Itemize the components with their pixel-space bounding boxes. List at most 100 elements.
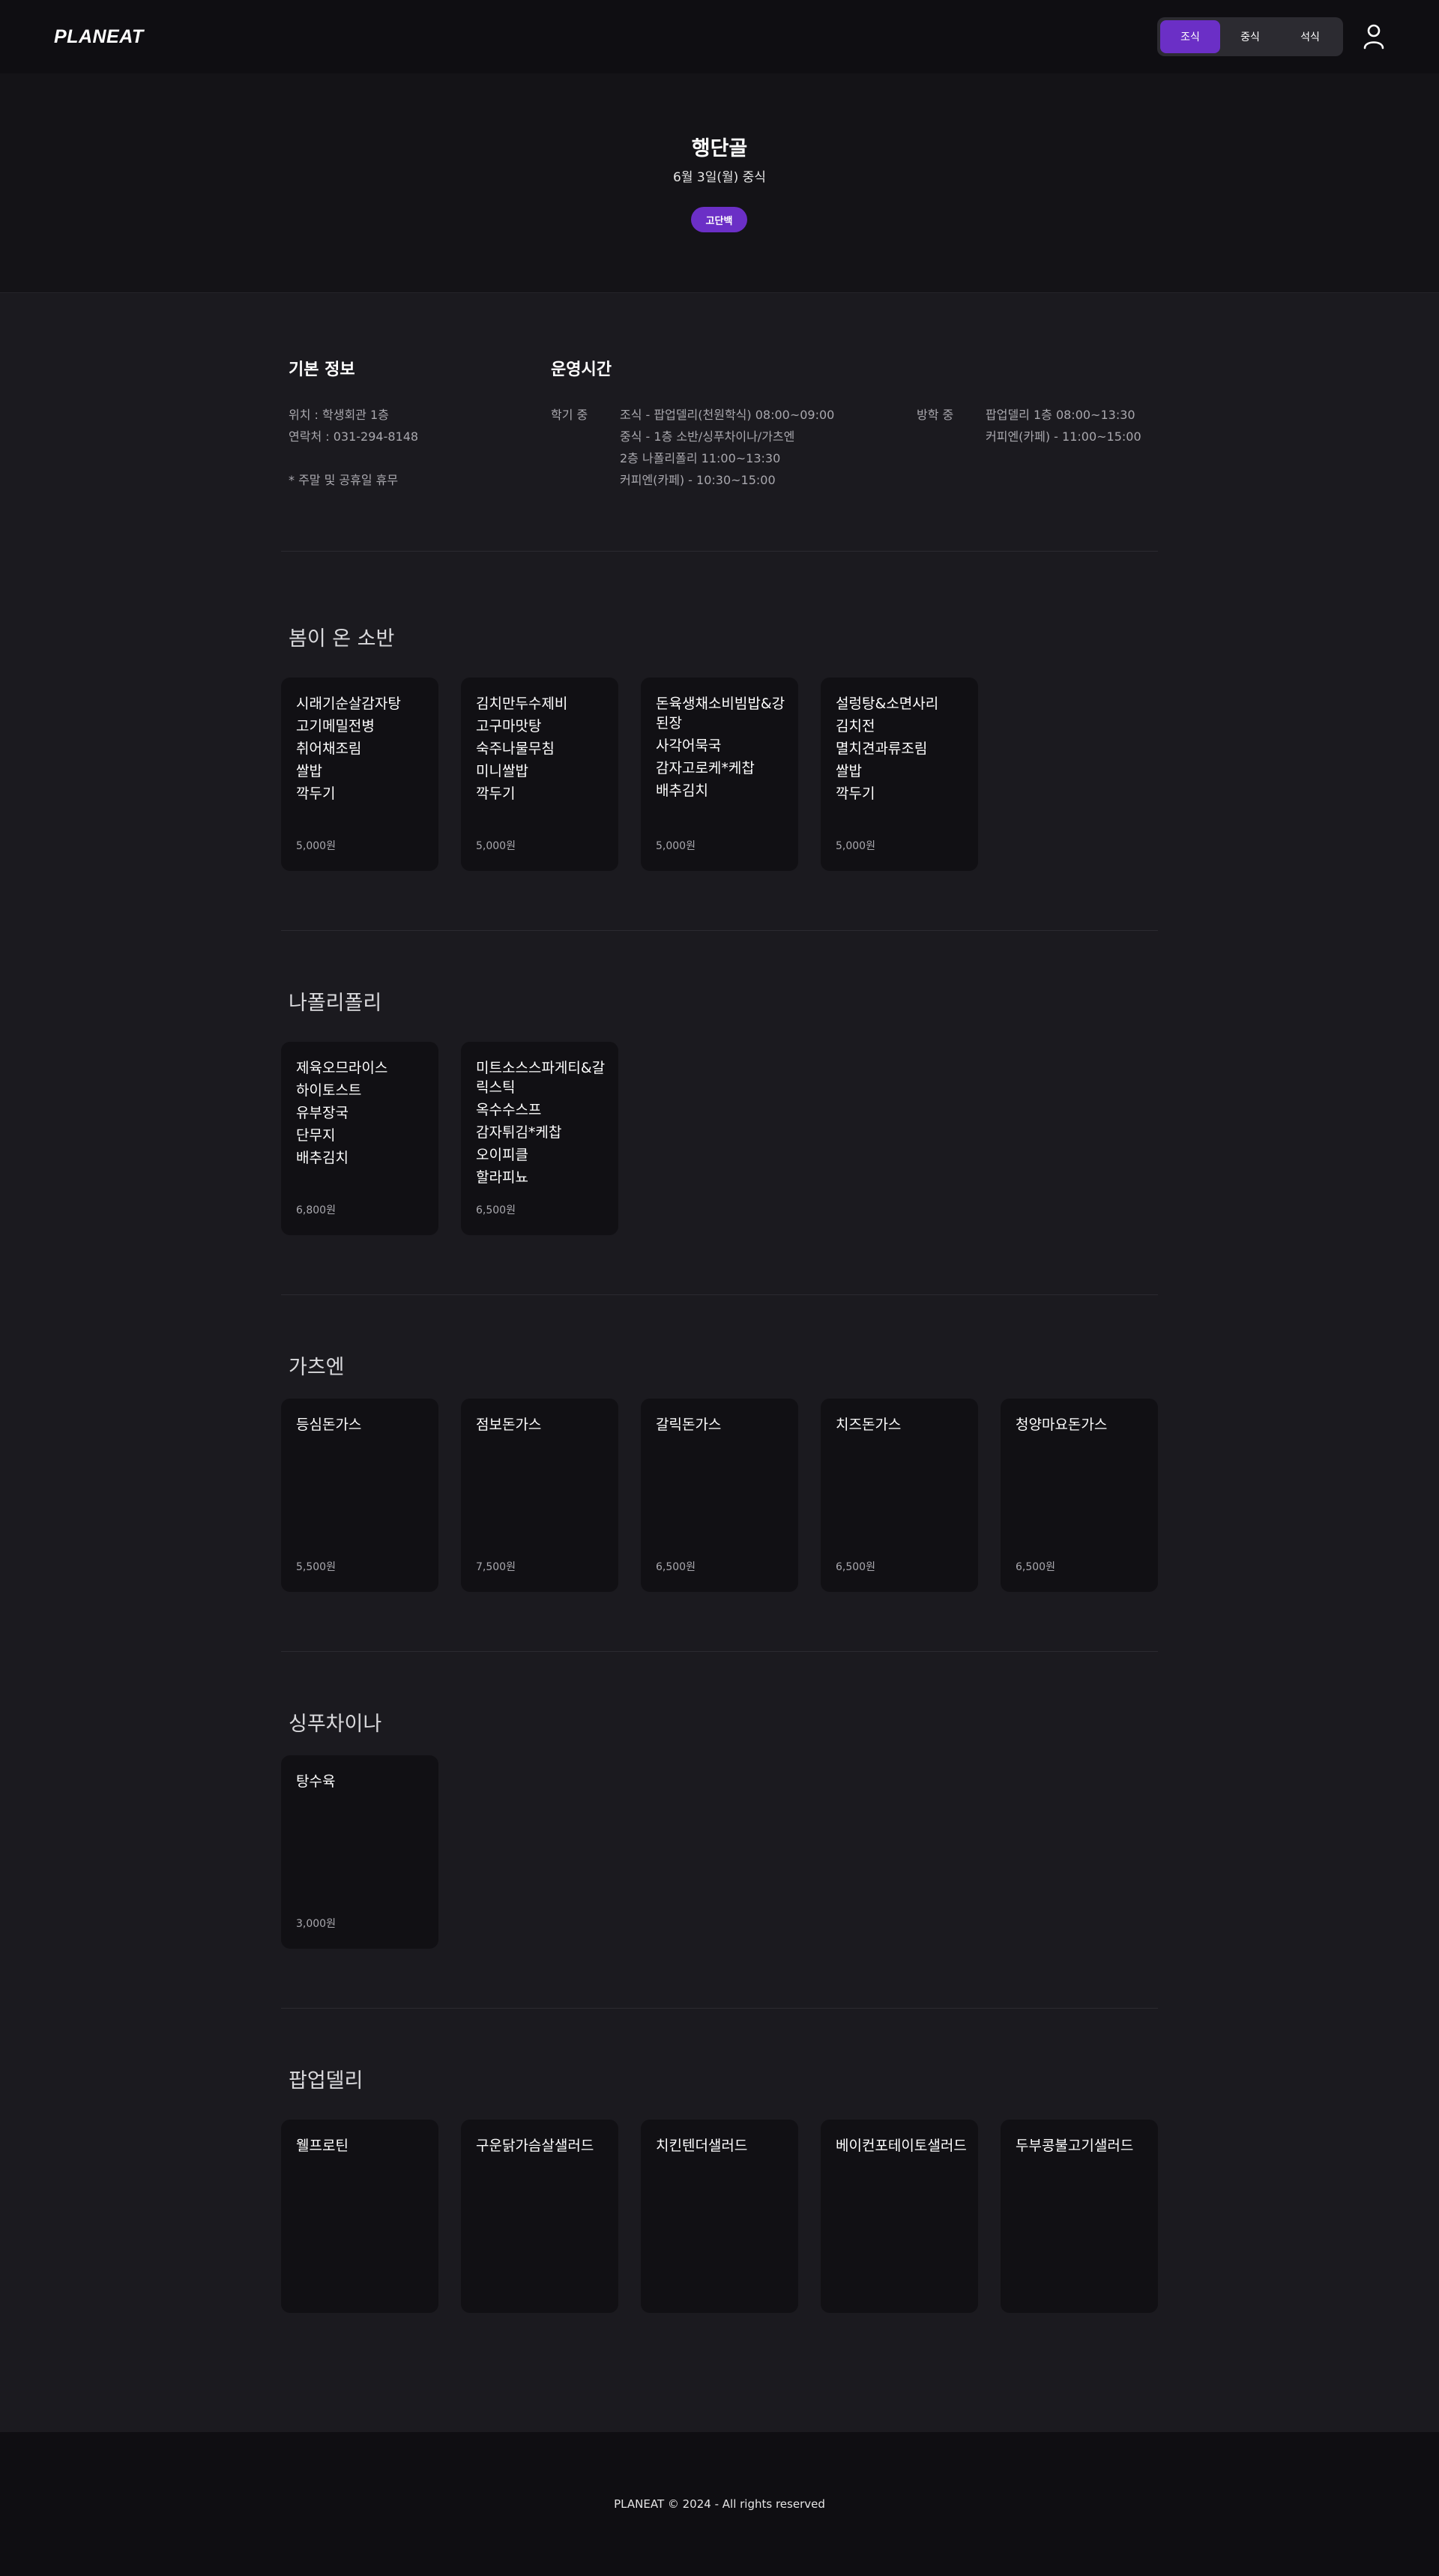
menu-item: 깍두기 [476, 785, 516, 802]
menu-card[interactable]: 구운닭가슴살샐러드 [461, 2120, 618, 2313]
menu-card[interactable]: 웰프로틴 [281, 2120, 438, 2313]
top-navigation-bar: PLANEAT 조식 중식 석식 [0, 0, 1439, 73]
menu-card[interactable]: 베이컨포테이토샐러드 [821, 2120, 978, 2313]
section-divider [281, 2008, 1158, 2009]
menu-item: 사각어묵국 [656, 737, 722, 754]
menu-items: 갈릭돈가스 [656, 1415, 791, 1438]
menu-item: 시래기순살감자탕 [296, 696, 401, 712]
closed-note: * 주말 및 공휴일 휴무 [289, 473, 399, 487]
menu-card[interactable]: 점보돈가스 7,500원 [461, 1399, 618, 1592]
menu-item: 감자고로케*케찹 [656, 760, 755, 776]
menu-items: 점보돈가스 [476, 1415, 611, 1438]
menu-items: 제육오므라이스 하이토스트 유부장국 단무지 배추김치 [296, 1058, 431, 1171]
menu-item: 점보돈가스 [476, 1417, 542, 1433]
menu-price: 6,500원 [836, 1561, 875, 1573]
section-title-popup-deli: 팝업델리 [289, 2069, 363, 2093]
semester-hours-line: 커피엔(카페) - 10:30~15:00 [620, 473, 776, 487]
menu-item: 배추김치 [656, 782, 708, 799]
menu-price: 5,000원 [296, 840, 336, 852]
menu-items: 미트소스스파게티&갈릭스틱 옥수수스프 감자튀김*케찹 오이피클 할라피뇨 [476, 1058, 611, 1190]
menu-item: 깍두기 [296, 785, 336, 802]
menu-card[interactable]: 돈육생채소비빔밥&강된장 사각어묵국 감자고로케*케찹 배추김치 5,000원 [641, 678, 798, 871]
menu-card[interactable]: 설렁탕&소면사리 김치전 멸치견과류조림 쌀밥 깍두기 5,000원 [821, 678, 978, 871]
menu-card[interactable]: 제육오므라이스 하이토스트 유부장국 단무지 배추김치 6,800원 [281, 1042, 438, 1235]
menu-price: 7,500원 [476, 1561, 516, 1573]
menu-items: 시래기순살감자탕 고기메밀전병 취어채조림 쌀밥 깍두기 [296, 694, 431, 806]
section-title-shingpu-china: 싱푸차이나 [289, 1713, 382, 1736]
vacation-hours-line: 팝업델리 1층 08:00~13:30 [986, 408, 1135, 422]
menu-item: 오이피클 [476, 1147, 528, 1163]
menu-item: 고기메밀전병 [296, 718, 375, 735]
menu-price: 6,500원 [1016, 1561, 1055, 1573]
menu-card[interactable]: 시래기순살감자탕 고기메밀전병 취어채조림 쌀밥 깍두기 5,000원 [281, 678, 438, 871]
tab-dinner[interactable]: 석식 [1280, 20, 1340, 53]
menu-items: 웰프로틴 [296, 2136, 431, 2159]
section-divider [281, 930, 1158, 931]
menu-item: 갈릭돈가스 [656, 1417, 722, 1433]
semester-hours-line: 중식 - 1층 소반/싱푸차이나/가츠엔 [620, 429, 795, 444]
menu-item: 치즈돈가스 [836, 1417, 902, 1433]
menu-items: 구운닭가슴살샐러드 [476, 2136, 611, 2159]
menu-card[interactable]: 두부콩불고기샐러드 [1001, 2120, 1158, 2313]
menu-item: 단무지 [296, 1127, 336, 1144]
menu-item: 하이토스트 [296, 1082, 362, 1099]
menu-item: 미트소스스파게티&갈릭스틱 [476, 1060, 606, 1096]
menu-card[interactable]: 청양마요돈가스 6,500원 [1001, 1399, 1158, 1592]
menu-card[interactable]: 갈릭돈가스 6,500원 [641, 1399, 798, 1592]
menu-item: 취어채조림 [296, 740, 362, 757]
menu-card[interactable]: 탕수육 3,000원 [281, 1755, 438, 1949]
menu-items: 돈육생채소비빔밥&강된장 사각어묵국 감자고로케*케찹 배추김치 [656, 694, 791, 803]
section-divider [281, 551, 1158, 552]
semester-hours-line: 조식 - 팝업델리(천원학식) 08:00~09:00 [620, 408, 835, 422]
section-divider [281, 1651, 1158, 1652]
menu-item: 구운닭가슴살샐러드 [476, 2138, 594, 2154]
menu-price: 5,000원 [476, 840, 516, 852]
menu-item: 돈육생채소비빔밥&강된장 [656, 696, 785, 732]
location-text: 위치 : 학생회관 1층 [289, 408, 389, 422]
tag-badge: 고단백 [691, 207, 747, 232]
menu-card[interactable]: 치킨텐더샐러드 [641, 2120, 798, 2313]
menu-item: 설렁탕&소면사리 [836, 696, 939, 712]
menu-item: 두부콩불고기샐러드 [1016, 2138, 1134, 2154]
menu-item: 탕수육 [296, 1773, 336, 1790]
section-divider [281, 1294, 1158, 1295]
menu-item: 배추김치 [296, 1150, 349, 1166]
menu-item: 감자튀김*케찹 [476, 1124, 562, 1141]
footer: PLANEAT © 2024 - All rights reserved [0, 2432, 1439, 2576]
semester-label: 학기 중 [551, 408, 588, 422]
menu-card[interactable]: 김치만두수제비 고구마맛탕 숙주나물무침 미니쌀밥 깍두기 5,000원 [461, 678, 618, 871]
menu-item: 쌀밥 [836, 763, 862, 779]
tab-breakfast[interactable]: 조식 [1160, 20, 1220, 53]
menu-item: 멸치견과류조림 [836, 740, 928, 757]
tab-lunch[interactable]: 중식 [1220, 20, 1280, 53]
menu-card[interactable]: 미트소스스파게티&갈릭스틱 옥수수스프 감자튀김*케찹 오이피클 할라피뇨 6,… [461, 1042, 618, 1235]
restaurant-title: 행단골 [691, 137, 748, 160]
menu-price: 3,000원 [296, 1918, 336, 1930]
user-icon[interactable] [1363, 24, 1385, 49]
section-title-soban: 봄이 온 소반 [289, 627, 395, 651]
menu-item: 베이컨포테이토샐러드 [836, 2138, 967, 2154]
menu-price: 5,500원 [296, 1561, 336, 1573]
menu-card[interactable]: 치즈돈가스 6,500원 [821, 1399, 978, 1592]
restaurant-hero: 행단골 6월 3일(월) 중식 고단백 [0, 73, 1439, 293]
menu-card[interactable]: 등심돈가스 5,500원 [281, 1399, 438, 1592]
meal-date: 6월 3일(월) 중식 [673, 170, 766, 185]
menu-item: 치킨텐더샐러드 [656, 2138, 748, 2154]
menu-item: 할라피뇨 [476, 1169, 528, 1186]
menu-item: 미니쌀밥 [476, 763, 528, 779]
vacation-label: 방학 중 [917, 408, 954, 422]
menu-price: 6,800원 [296, 1204, 336, 1216]
menu-item: 고구마맛탕 [476, 718, 542, 735]
menu-items: 청양마요돈가스 [1016, 1415, 1150, 1438]
menu-item: 등심돈가스 [296, 1417, 362, 1433]
hours-heading: 운영시간 [551, 361, 612, 379]
logo[interactable]: PLANEAT [54, 26, 144, 48]
menu-item: 제육오므라이스 [296, 1060, 388, 1076]
menu-items: 치킨텐더샐러드 [656, 2136, 791, 2159]
menu-price: 5,000원 [656, 840, 696, 852]
menu-item: 숙주나물무침 [476, 740, 555, 757]
section-title-napoli: 나폴리폴리 [289, 992, 382, 1015]
menu-items: 설렁탕&소면사리 김치전 멸치견과류조림 쌀밥 깍두기 [836, 694, 971, 806]
meal-time-tabs: 조식 중식 석식 [1157, 17, 1343, 56]
contact-text: 연락처 : 031-294-8148 [289, 429, 419, 444]
